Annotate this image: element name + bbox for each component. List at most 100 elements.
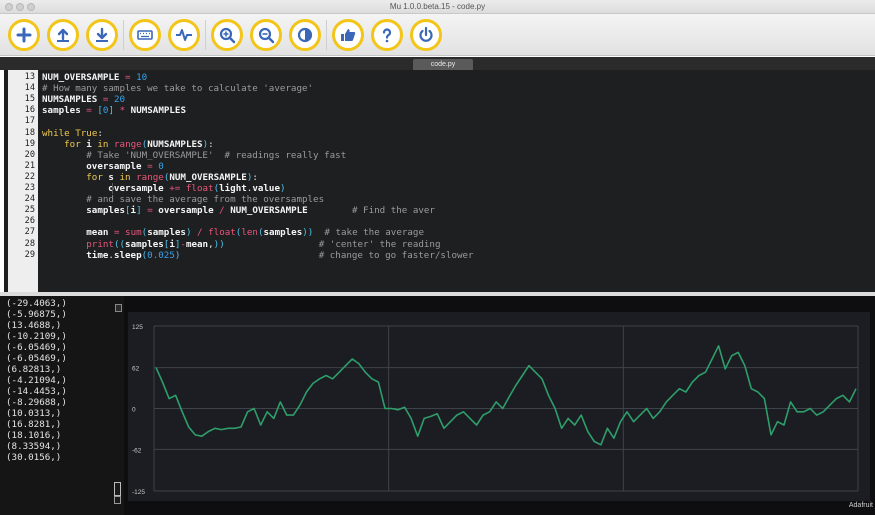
plot-area: 125 62 0 -62 -125: [128, 312, 870, 501]
theme-button[interactable]: [289, 19, 321, 51]
line-number: 27: [24, 227, 35, 238]
zoom-out-button[interactable]: [250, 19, 282, 51]
code-line: 19 for i in range(NUMSAMPLES):: [4, 139, 875, 150]
plotter-button[interactable]: [168, 19, 200, 51]
line-number: 13: [24, 72, 35, 82]
code-line: 27 mean = sum(samples) / float(len(sampl…: [4, 227, 875, 238]
zoom-in-icon: [219, 27, 236, 44]
save-button[interactable]: [86, 19, 118, 51]
line-number: 19: [24, 138, 35, 149]
tab-code-py[interactable]: code.py: [413, 59, 473, 70]
repl-line: (-29.4063,): [6, 298, 67, 309]
line-number: 17: [24, 116, 35, 127]
repl-line: (-6.05469,): [6, 342, 67, 353]
code-text: oversample = 0: [86, 160, 164, 172]
repl-line: (-5.96875,): [6, 309, 67, 320]
line-number: 24: [24, 194, 35, 205]
load-button[interactable]: [47, 19, 79, 51]
code-line: 23 oversample += float(light.value): [4, 183, 875, 194]
code-text: time.sleep(0.025) # change to go faster/…: [86, 249, 474, 261]
repl-line: (-10.2109,): [6, 331, 67, 342]
window-title: Mu 1.0.0.beta.15 - code.py: [389, 2, 486, 11]
code-text: # Take 'NUM_OVERSAMPLE' # readings reall…: [86, 149, 347, 161]
repl-line: (-14.4453,): [6, 386, 67, 397]
code-text: NUMSAMPLES = 20: [42, 94, 126, 106]
line-number: 22: [24, 171, 35, 182]
y-tick-label: 62: [132, 366, 140, 373]
repl-line: (30.0156,): [6, 452, 62, 463]
code-line: 22 for s in range(NUM_OVERSAMPLE):: [4, 172, 875, 183]
repl-line: (10.0313,): [6, 408, 62, 419]
line-number: 25: [24, 205, 35, 216]
repl-line: (-4.21094,): [6, 375, 67, 386]
line-number: 16: [24, 105, 35, 116]
series-line-0: [155, 344, 857, 446]
check-button[interactable]: [332, 19, 364, 51]
code-line: 21 oversample = 0: [4, 161, 875, 172]
upload-icon: [57, 28, 69, 42]
line-number: 20: [24, 149, 35, 160]
thumbs-up-icon: [341, 29, 356, 41]
tab-strip: code.py: [0, 57, 875, 70]
new-button[interactable]: [8, 19, 40, 51]
keyboard-icon: [137, 30, 153, 40]
line-number: 15: [24, 94, 35, 105]
line-number: 29: [24, 249, 35, 260]
repl-line: (8.33594,): [6, 441, 62, 452]
code-text: # and save the average from the oversamp…: [86, 194, 325, 206]
code-line: 24 # and save the average from the overs…: [4, 194, 875, 205]
repl-scrollbar-thumb[interactable]: [114, 482, 121, 496]
line-number: 23: [24, 183, 35, 193]
code-line: 28 print((samples[i]-mean,)) # 'center' …: [4, 239, 875, 250]
code-line: 13 NUM_OVERSAMPLE = 10: [4, 72, 875, 83]
status-brand: Adafruit: [848, 502, 873, 509]
code-line: 14 # How many samples we take to calculat…: [4, 83, 875, 94]
quit-button[interactable]: [410, 19, 442, 51]
code-text: mean = sum(samples) / float(len(samples)…: [86, 227, 424, 239]
contrast-icon: [297, 27, 313, 43]
line-number: 26: [24, 216, 35, 227]
zoom-in-button[interactable]: [211, 19, 243, 51]
repl-line: (18.1016,): [6, 430, 62, 441]
scroll-handle-icon[interactable]: [115, 304, 122, 312]
repl-scrollbar-arrow[interactable]: [114, 496, 121, 504]
code-line: 29 time.sleep(0.025) # change to go fast…: [4, 250, 875, 261]
code-line: 17: [4, 116, 875, 127]
code-line: 25 samples[i] = oversample / NUM_OVERSAM…: [4, 205, 875, 216]
line-chart: 125 62 0 -62 -125: [132, 324, 859, 496]
question-icon: [382, 28, 392, 43]
toolbar-separator: [123, 20, 124, 50]
plus-icon: [16, 27, 32, 43]
code-line: 26: [4, 216, 875, 227]
code-text: print((samples[i]-mean,)) # 'center' the…: [86, 238, 441, 250]
code-line: 16 samples = [0] * NUMSAMPLES: [4, 105, 875, 116]
download-icon: [96, 27, 108, 42]
window-titlebar: Mu 1.0.0.beta.15 - code.py: [0, 0, 875, 14]
code-text: samples = [0] * NUMSAMPLES: [42, 105, 186, 117]
code-text: # How many samples we take to calculate …: [42, 83, 314, 95]
code-line: 18 while True:: [4, 128, 875, 139]
toolbar-separator: [205, 20, 206, 50]
toolbar: [0, 14, 875, 56]
repl-line: (-6.05469,): [6, 353, 67, 364]
power-icon: [419, 26, 433, 42]
repl-line: (16.8281,): [6, 419, 62, 430]
code-line: 20 # Take 'NUM_OVERSAMPLE' # readings re…: [4, 150, 875, 161]
code-line: 15 NUMSAMPLES = 20: [4, 94, 875, 105]
serial-button[interactable]: [129, 19, 161, 51]
code-text: while True:: [42, 127, 103, 139]
code-text: oversample += float(light.value): [108, 183, 286, 194]
y-tick-label: 125: [132, 324, 143, 331]
pulse-icon: [176, 29, 192, 41]
line-number: 28: [24, 238, 35, 249]
y-tick-label: -125: [132, 489, 145, 496]
code-text: for s in range(NUM_OVERSAMPLE):: [86, 171, 258, 183]
repl-line: (6.82813,): [6, 364, 62, 375]
y-tick-label: -62: [132, 447, 142, 454]
toolbar-separator: [326, 20, 327, 50]
line-number: 14: [24, 83, 35, 94]
help-button[interactable]: [371, 19, 403, 51]
code-editor[interactable]: 13 NUM_OVERSAMPLE = 10 14 # How many sample…: [0, 70, 875, 292]
line-number: 21: [24, 160, 35, 171]
serial-repl-panel[interactable]: (-29.4063,) (-5.96875,) (13.4688,) (-10.210…: [0, 296, 124, 515]
